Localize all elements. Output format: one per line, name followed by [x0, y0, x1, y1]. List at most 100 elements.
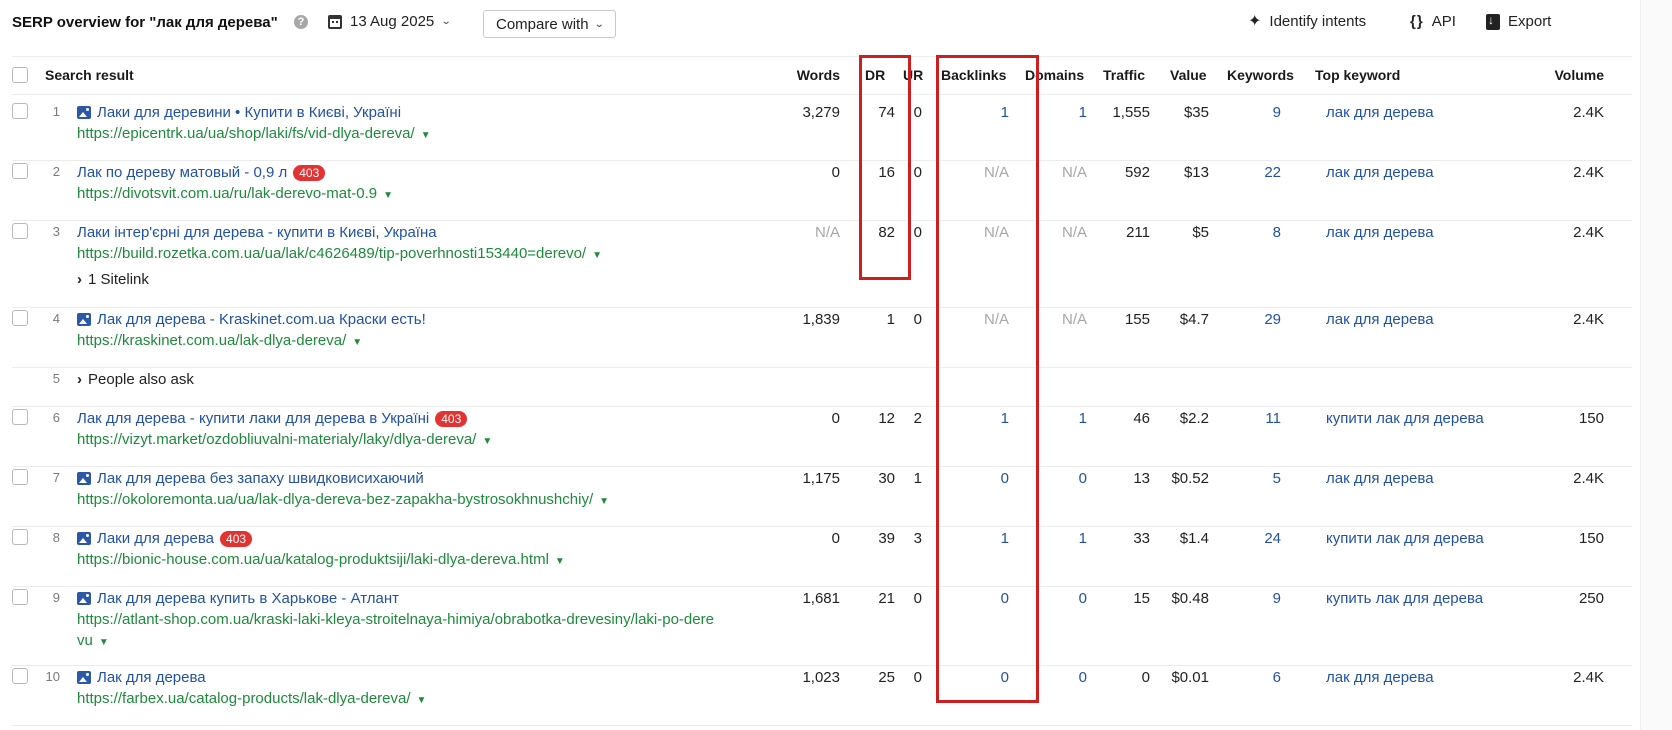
result-url-link[interactable]: https://bionic-house.com.ua/ua/katalog-p…: [77, 551, 565, 568]
caret-down-icon[interactable]: ▼: [555, 556, 565, 567]
image-icon: [77, 313, 91, 326]
row-checkbox[interactable]: [12, 310, 28, 326]
col-top-keyword[interactable]: Top keyword: [1315, 67, 1400, 83]
row-checkbox[interactable]: [12, 469, 28, 485]
result-title-link[interactable]: Лак для дерева - купити лаки для дерева …: [77, 410, 468, 427]
result-url-link[interactable]: https://divotsvit.com.ua/ru/lak-derevo-m…: [77, 185, 393, 202]
result-url-link[interactable]: https://farbex.ua/catalog-products/lak-d…: [77, 690, 426, 707]
cell-keywords[interactable]: 29: [1230, 311, 1281, 328]
result-url-link[interactable]: https://vizyt.market/ozdobliuvalni-mater…: [77, 431, 492, 448]
cell-dr: 21: [878, 590, 895, 607]
caret-down-icon[interactable]: ▼: [417, 695, 427, 706]
cell-traffic: 211: [1126, 224, 1150, 241]
top-keyword-link[interactable]: купити лак для дерева: [1326, 530, 1484, 547]
export-button[interactable]: Export: [1486, 13, 1551, 30]
result-url-link[interactable]: https://epicentrk.ua/ua/shop/laki/fs/vid…: [77, 125, 431, 142]
top-keyword-link[interactable]: лак для дерева: [1326, 224, 1434, 241]
result-url: https://epicentrk.ua/ua/shop/laki/fs/vid…: [77, 125, 415, 142]
col-value[interactable]: Value: [1170, 67, 1207, 83]
top-keyword-link[interactable]: лак для дерева: [1326, 104, 1434, 121]
top-keyword-link[interactable]: лак для дерева: [1326, 669, 1434, 686]
result-url-link[interactable]: https://build.rozetka.com.ua/ua/lak/c462…: [77, 245, 602, 262]
help-icon[interactable]: ?: [294, 15, 308, 29]
result-title-link[interactable]: Лаки інтер'єрні для дерева - купити в Ки…: [77, 224, 437, 241]
cell-traffic: 592: [1124, 164, 1150, 181]
cell-keywords[interactable]: 5: [1230, 470, 1281, 487]
top-keyword-link[interactable]: купить лак для дерева: [1326, 590, 1483, 607]
cell-value: $0.52: [1171, 470, 1209, 487]
row-checkbox[interactable]: [12, 103, 28, 119]
result-url-continued[interactable]: vu ▼: [77, 632, 109, 649]
caret-down-icon[interactable]: ▼: [599, 496, 609, 507]
cell-value: $4.7: [1179, 311, 1209, 328]
col-volume[interactable]: Volume: [1540, 67, 1604, 83]
col-search-result[interactable]: Search result: [45, 67, 134, 83]
image-icon: [77, 472, 91, 485]
caret-down-icon[interactable]: ▼: [592, 250, 602, 261]
result-title-link[interactable]: Лаки для деревини • Купити в Києві, Укра…: [77, 104, 401, 121]
scrollbar[interactable]: [1640, 0, 1672, 730]
col-traffic[interactable]: Traffic: [1103, 67, 1145, 83]
top-keyword-link[interactable]: купити лак для дерева: [1326, 410, 1484, 427]
row-checkbox[interactable]: [12, 668, 28, 684]
select-all-checkbox[interactable]: [12, 67, 28, 83]
row-checkbox[interactable]: [12, 223, 28, 239]
cell-value: $1.4: [1179, 530, 1209, 547]
caret-down-icon[interactable]: ▼: [352, 337, 362, 348]
top-keyword-link[interactable]: лак для дерева: [1326, 470, 1434, 487]
status-badge: 403: [220, 530, 253, 547]
top-keyword-link[interactable]: лак для дерева: [1326, 311, 1434, 328]
caret-down-icon[interactable]: ▼: [421, 130, 431, 141]
col-words[interactable]: Words: [780, 67, 840, 83]
result-title-link[interactable]: Лаки для дерева 403: [77, 530, 253, 547]
cell-dr: 39: [878, 530, 895, 547]
col-keywords[interactable]: Keywords: [1227, 67, 1294, 83]
cell-dr: 12: [878, 410, 895, 427]
cell-ur: 0: [913, 669, 922, 686]
sitelink-toggle[interactable]: › 1 Sitelink: [77, 271, 149, 288]
result-url-cont: vu: [77, 632, 93, 649]
caret-down-icon[interactable]: ▼: [383, 190, 393, 201]
divider: [12, 56, 1632, 57]
cell-keywords[interactable]: 22: [1230, 164, 1281, 181]
row-checkbox[interactable]: [12, 409, 28, 425]
row-checkbox[interactable]: [12, 529, 28, 545]
cell-words: 3,279: [802, 104, 840, 121]
result-url-link[interactable]: https://okoloremonta.ua/ua/lak-dlya-dere…: [77, 491, 609, 508]
divider: [12, 725, 1632, 726]
cell-keywords[interactable]: 9: [1230, 590, 1281, 607]
row-checkbox[interactable]: [12, 589, 28, 605]
image-icon: [77, 671, 91, 684]
people-also-ask-label: People also ask: [88, 371, 194, 388]
people-also-ask-toggle[interactable]: › People also ask: [77, 371, 194, 388]
page-title: SERP overview for "лак для дерева": [12, 14, 278, 31]
cell-keywords[interactable]: 6: [1230, 669, 1281, 686]
result-title-link[interactable]: Лак по дереву матовый - 0,9 л 403: [77, 164, 326, 181]
compare-with-button[interactable]: Compare with ⌄: [483, 10, 616, 38]
row-checkbox[interactable]: [12, 163, 28, 179]
caret-down-icon[interactable]: ▼: [482, 436, 492, 447]
result-title-link[interactable]: Лак для дерева - Kraskinet.com.ua Краски…: [77, 311, 426, 328]
row-number: 9: [52, 590, 60, 605]
result-title-link[interactable]: Лак для дерева купить в Харькове - Атлан…: [77, 590, 399, 607]
result-url: https://okoloremonta.ua/ua/lak-dlya-dere…: [77, 491, 594, 508]
caret-down-icon[interactable]: ▼: [99, 637, 109, 648]
cell-keywords[interactable]: 8: [1230, 224, 1281, 241]
result-url-link[interactable]: https://atlant-shop.com.ua/kraski-laki-k…: [77, 611, 714, 628]
result-title: Лак для дерева - Kraskinet.com.ua Краски…: [97, 311, 426, 328]
identify-intents-button[interactable]: ✦ Identify intents: [1248, 13, 1366, 30]
cell-words: 0: [831, 410, 840, 427]
cell-traffic: 13: [1133, 470, 1150, 487]
cell-keywords[interactable]: 11: [1230, 410, 1281, 427]
top-keyword-link[interactable]: лак для дерева: [1326, 164, 1434, 181]
result-url-link[interactable]: https://kraskinet.com.ua/lak-dlya-dereva…: [77, 332, 362, 349]
result-title-link[interactable]: Лак для дерева без запаху швидковисихаюч…: [77, 470, 424, 487]
cell-words: 0: [831, 530, 840, 547]
identify-intents-label: Identify intents: [1269, 13, 1367, 30]
result-title-link[interactable]: Лак для дерева: [77, 669, 206, 686]
result-url: https://kraskinet.com.ua/lak-dlya-dereva…: [77, 332, 347, 349]
cell-keywords[interactable]: 9: [1230, 104, 1281, 121]
date-picker[interactable]: 13 Aug 2025 ⌄: [328, 13, 452, 30]
cell-keywords[interactable]: 24: [1230, 530, 1281, 547]
api-button[interactable]: {} API: [1410, 13, 1456, 30]
